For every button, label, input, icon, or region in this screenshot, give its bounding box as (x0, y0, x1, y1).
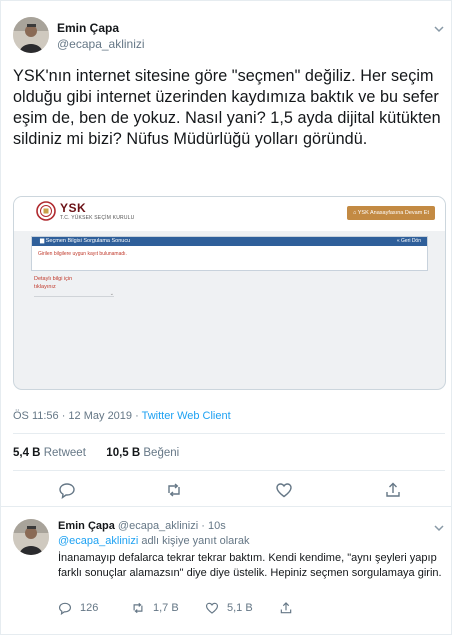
avatar[interactable] (13, 519, 49, 555)
chevron-down-icon[interactable] (432, 521, 446, 535)
retweets-label: Retweet (43, 447, 86, 459)
reply-icon (58, 602, 72, 615)
reply-context: @ecapa_aklinizi adlı kişiye yanıt olarak (58, 535, 250, 547)
ysk-panel-header: ▆ Seçmen Bilgisi Sorgulama Sonucu « Geri… (32, 237, 427, 246)
likes-label: Beğeni (143, 447, 180, 459)
ysk-result-panel: ▆ Seçmen Bilgisi Sorgulama Sonucu « Geri… (31, 236, 428, 271)
reply-count: 126 (80, 602, 99, 614)
ysk-select: ⌄ (34, 291, 114, 297)
tweet-timestamp[interactable]: ÖS 11:56 · 12 May 2019 · (13, 410, 142, 422)
ysk-detail-line1: Detaylı bilgi için (34, 276, 73, 282)
retweets-stat[interactable]: 5,4 B Retweet (13, 447, 86, 459)
ysk-seal-icon (36, 201, 56, 221)
retweets-count: 5,4 B (13, 447, 41, 459)
ysk-title: YSK (60, 201, 87, 215)
reply-time[interactable]: · 10s (201, 520, 225, 532)
divider (0, 506, 452, 507)
chevron-down-icon[interactable] (432, 22, 446, 36)
retweet-icon (133, 602, 143, 614)
tweet-media-image[interactable]: YSK T.C. YÜKSEK SEÇİM KURULU ⌂ YSK Anasa… (13, 196, 446, 390)
tweet-client-link[interactable]: Twitter Web Client (142, 410, 231, 422)
reply-reply-button[interactable]: 126 (58, 601, 98, 615)
like-icon[interactable] (275, 481, 293, 499)
tweet-stats: 5,4 B Retweet 10,5 B Beğeni (13, 447, 179, 459)
ysk-header: YSK T.C. YÜKSEK SEÇİM KURULU ⌂ YSK Anasa… (14, 197, 445, 231)
ysk-panel-title: Seçmen Bilgisi Sorgulama Sonucu (45, 238, 131, 244)
ysk-home-label: YSK Anasayfasına Devam Et (357, 210, 429, 216)
reply-author-name[interactable]: Emin Çapa (58, 520, 115, 532)
divider (13, 433, 445, 434)
chevron-down-icon: ⌄ (109, 291, 114, 297)
reply-text: İnanamayıp defalarca tekrar tekrar baktı… (58, 552, 442, 579)
retweet-icon[interactable] (165, 481, 183, 499)
share-icon (280, 602, 292, 614)
divider (13, 470, 445, 471)
author-handle[interactable]: @ecapa_aklinizi (57, 37, 145, 51)
likes-count: 10,5 B (106, 447, 141, 459)
reply-share-button[interactable] (279, 601, 293, 615)
reply-header: Emin Çapa @ecapa_aklinizi · 10s (58, 520, 226, 532)
reply-like-button[interactable]: 5,1 B (205, 601, 253, 615)
ysk-back-label: Geri Dön (400, 238, 421, 244)
author-name[interactable]: Emin Çapa (57, 21, 119, 35)
ysk-detail-link: Detaylı bilgi için tıklayınız (34, 275, 72, 291)
ysk-error-message: Girilen bilgilere uygun kayıt bulunamadı… (38, 251, 127, 257)
reply-icon[interactable] (58, 481, 76, 499)
tweet-meta: ÖS 11:56 · 12 May 2019 · Twitter Web Cli… (13, 410, 231, 422)
avatar[interactable] (13, 17, 49, 53)
ysk-detail-line2: tıklayınız (34, 284, 56, 290)
ysk-back-link: « Geri Dön (397, 237, 421, 246)
tweet-text: YSK'nın internet sitesine göre "seçmen" … (13, 67, 441, 148)
reply-mention-link[interactable]: @ecapa_aklinizi (58, 535, 138, 547)
ysk-subtitle: T.C. YÜKSEK SEÇİM KURULU (60, 215, 135, 221)
share-icon[interactable] (384, 481, 402, 499)
like-icon (205, 602, 219, 614)
reply-context-text: adlı kişiye yanıt olarak (138, 535, 250, 547)
reply-retweet-button[interactable]: 1,7 B (131, 601, 179, 615)
ysk-home-button: ⌂ YSK Anasayfasına Devam Et (347, 206, 435, 220)
reply-retweet-count: 1,7 B (153, 602, 179, 614)
reply-like-count: 5,1 B (227, 602, 253, 614)
reply-author-handle[interactable]: @ecapa_aklinizi (118, 520, 198, 532)
likes-stat[interactable]: 10,5 B Beğeni (106, 447, 179, 459)
